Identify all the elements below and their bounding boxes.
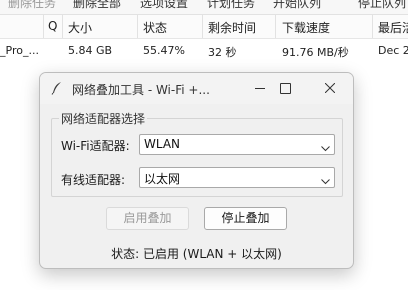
close-button[interactable] — [315, 78, 345, 98]
row-status: 55.47% — [143, 44, 185, 57]
maximize-button[interactable] — [270, 78, 300, 98]
wifi-adapter-label: Wi-Fi适配器: — [61, 139, 130, 153]
row-size: 5.84 GB — [68, 44, 113, 57]
column-last[interactable]: 最后活 — [378, 19, 408, 36]
dialog-titlebar[interactable]: 网络叠加工具 - Wi-Fi +... — [40, 73, 353, 104]
row-filename: _Pro_... — [0, 44, 39, 57]
stop-overlay-button[interactable]: 停止叠加 — [204, 207, 287, 230]
enable-overlay-button[interactable]: 启用叠加 — [106, 207, 189, 230]
background-toolbar: 删除任务 删除全部 选项设置 计划任务 开始队列 停止队列 — [0, 0, 408, 15]
column-size[interactable]: 大小 — [68, 19, 92, 36]
column-queue[interactable]: Q — [48, 19, 57, 33]
network-overlay-dialog: 网络叠加工具 - Wi-Fi +... 网络适配器选择 Wi-Fi适配器: WL… — [39, 72, 354, 269]
dialog-title: 网络叠加工具 - Wi-Fi +... — [72, 83, 210, 97]
adapter-group-title: 网络适配器选择 — [59, 110, 148, 127]
close-icon — [325, 83, 335, 93]
wired-adapter-label: 有线适配器: — [61, 173, 126, 187]
chevron-down-icon — [321, 141, 330, 155]
download-list-header: Q 大小 状态 剩余时间 下载速度 最后活 — [0, 15, 408, 39]
column-speed[interactable]: 下载速度 — [282, 19, 330, 36]
status-text: 状态: 已启用 (WLAN + 以太网) — [111, 247, 282, 261]
toolbar-schedule[interactable]: 计划任务 — [207, 0, 255, 11]
toolbar-delete-task[interactable]: 删除任务 — [8, 0, 56, 11]
download-row[interactable]: _Pro_... 5.84 GB 55.47% 32 秒 91.76 MB/秒 … — [0, 39, 408, 61]
row-last: Dec 21 — [378, 44, 408, 57]
toolbar-stop-queue[interactable]: 停止队列 — [358, 0, 406, 11]
toolbar-start-queue[interactable]: 开始队列 — [273, 0, 321, 11]
row-remaining: 32 秒 — [208, 46, 237, 59]
chevron-down-icon — [321, 174, 330, 188]
toolbar-delete-all[interactable]: 删除全部 — [73, 0, 121, 11]
toolbar-options[interactable]: 选项设置 — [140, 0, 188, 11]
feather-icon — [50, 81, 64, 95]
wired-adapter-select[interactable]: 以太网 — [139, 167, 335, 188]
column-remaining[interactable]: 剩余时间 — [208, 19, 256, 36]
row-speed: 91.76 MB/秒 — [282, 46, 349, 59]
column-status[interactable]: 状态 — [143, 19, 167, 36]
wifi-adapter-select[interactable]: WLAN — [139, 134, 335, 155]
wifi-adapter-value: WLAN — [144, 137, 181, 151]
wired-adapter-value: 以太网 — [144, 172, 181, 186]
